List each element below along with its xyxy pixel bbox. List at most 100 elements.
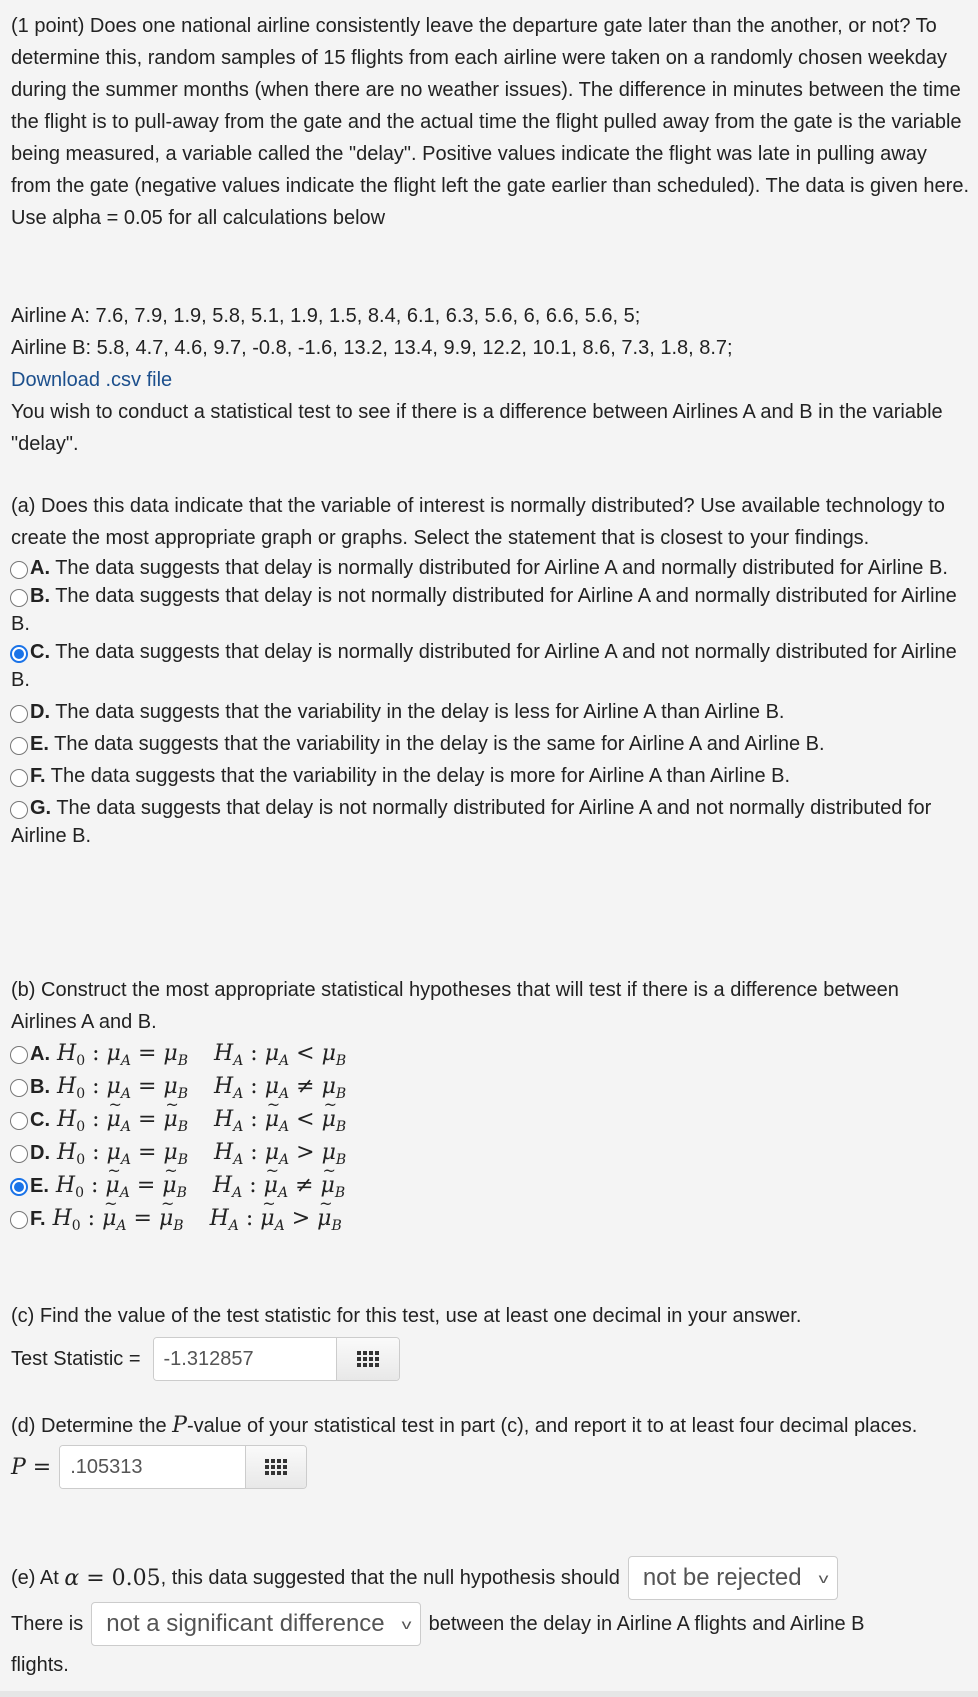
chevron-down-icon: v <box>401 1616 412 1632</box>
part-c-question: (c) Find the value of the test statistic… <box>11 1305 802 1327</box>
part-b-options: A. H0 : μA = μB HA : μA < μB B. H0 : μA = … <box>10 1038 969 1236</box>
part-d-question-start: (d) Determine the <box>11 1415 173 1437</box>
data-section: Airline A: 7.6, 7.9, 1.9, 5.8, 5.1, 1.9,… <box>11 300 969 460</box>
p-value-input[interactable] <box>60 1446 246 1488</box>
part-e-line-2: There is not a significant difference v … <box>11 1601 969 1647</box>
airline-a-values: 7.6, 7.9, 1.9, 5.8, 5.1, 1.9, 1.5, 8.4, … <box>95 305 641 327</box>
airline-b-values: 5.8, 4.7, 4.6, 9.7, -0.8, -1.6, 13.2, 13… <box>96 337 733 359</box>
radio-button[interactable] <box>10 1078 28 1097</box>
part-a-option[interactable]: A. The data suggests that delay is norma… <box>10 554 969 582</box>
part-d-question-end: -value of your statistical test in part … <box>186 1415 918 1437</box>
radio-button[interactable] <box>10 1045 28 1064</box>
part-e-text-mid: , this data suggested that the null hypo… <box>160 1566 620 1589</box>
part-a: (a) Does this data indicate that the var… <box>10 490 969 850</box>
radio-button[interactable] <box>10 589 28 607</box>
part-b: (b) Construct the most appropriate stati… <box>10 974 969 1236</box>
radio-button[interactable] <box>10 769 28 787</box>
option-letter: D. <box>30 1142 50 1164</box>
keypad-icon <box>265 1459 288 1475</box>
option-text: The data suggests that delay is not norm… <box>11 797 932 847</box>
part-d-question: (d) Determine the P-value of your statis… <box>11 1410 961 1442</box>
option-letter: G. <box>30 797 52 819</box>
hypothesis-expression: H0 : μA = μBHA : μA < μB <box>50 1095 346 1135</box>
option-letter: D. <box>30 701 50 723</box>
p-value-label: P = <box>11 1454 52 1480</box>
part-a-option[interactable]: F. The data suggests that the variabilit… <box>10 762 969 790</box>
airline-a-data: Airline A: 7.6, 7.9, 1.9, 5.8, 5.1, 1.9,… <box>11 300 969 332</box>
p-value-input-group <box>59 1445 308 1489</box>
part-b-option[interactable]: E. H0 : μA = μBHA : μA ≠ μB <box>10 1161 969 1203</box>
option-letter: F. <box>30 1208 46 1230</box>
part-b-option[interactable]: F. H0 : μA = μBHA : μA > μB <box>10 1194 969 1236</box>
select-value: not a significant difference <box>106 1610 385 1637</box>
airline-b-data: Airline B: 5.8, 4.7, 4.6, 9.7, -0.8, -1.… <box>11 332 969 364</box>
option-letter: E. <box>30 733 49 755</box>
part-e: (e) At α = 0.05 , this data suggested th… <box>11 1555 969 1681</box>
airline-a-label: Airline A: <box>11 305 90 327</box>
part-c: (c) Find the value of the test statistic… <box>11 1300 969 1384</box>
keypad-button[interactable] <box>335 1338 399 1380</box>
option-text: The data suggests that delay is normally… <box>11 641 957 691</box>
significance-select[interactable]: not a significant difference v <box>91 1602 421 1646</box>
test-statistic-label: Test Statistic = <box>11 1347 141 1370</box>
problem-intro: (1 point) Does one national airline cons… <box>11 15 969 229</box>
keypad-button[interactable] <box>245 1446 307 1488</box>
part-e-text-start: (e) At <box>11 1566 65 1589</box>
radio-button[interactable] <box>10 1144 28 1163</box>
part-b-option[interactable]: A. H0 : μA = μB HA : μA < μB <box>10 1038 969 1071</box>
hypothesis-expression: H0 : μA = μBHA : μA > μB <box>57 1139 347 1168</box>
part-a-question: (a) Does this data indicate that the var… <box>11 495 945 549</box>
part-e-text-flights: flights. <box>11 1654 69 1676</box>
null-hypothesis-select[interactable]: not be rejected v <box>627 1556 838 1600</box>
radio-button[interactable] <box>10 705 28 723</box>
part-a-options: A. The data suggests that delay is norma… <box>10 554 969 850</box>
hypothesis-expression: H0 : μA = μBHA : μA ≠ μB <box>57 1073 347 1102</box>
chevron-down-icon: v <box>818 1570 829 1586</box>
part-b-option[interactable]: C. H0 : μA = μBHA : μA < μB <box>10 1095 969 1137</box>
option-text: The data suggests that the variability i… <box>45 765 791 787</box>
part-b-option[interactable]: D. H0 : μA = μB HA : μA > μB <box>10 1137 969 1170</box>
bottom-border <box>0 1691 978 1697</box>
part-d: (d) Determine the P-value of your statis… <box>11 1410 969 1492</box>
option-letter: E. <box>30 1175 49 1197</box>
option-letter: F. <box>30 765 46 787</box>
radio-button[interactable] <box>10 645 28 663</box>
option-letter: C. <box>30 641 50 663</box>
option-text: The data suggests that delay is not norm… <box>11 585 957 635</box>
part-a-option[interactable]: G. The data suggests that delay is not n… <box>10 794 969 850</box>
hypothesis-expression: H0 : μA = μBHA : μA ≠ μB <box>49 1161 345 1201</box>
option-letter: A. <box>30 557 50 579</box>
option-letter: A. <box>30 1043 50 1065</box>
part-e-text-there-is: There is <box>11 1612 84 1635</box>
radio-button[interactable] <box>10 737 28 755</box>
option-letter: C. <box>30 1109 50 1131</box>
part-a-option[interactable]: D. The data suggests that the variabilit… <box>10 698 969 726</box>
radio-button[interactable] <box>10 1210 28 1229</box>
radio-button[interactable] <box>10 1177 28 1196</box>
test-statistic-input-group <box>152 1337 400 1381</box>
part-e-text-end: between the delay in Airline A flights a… <box>428 1612 865 1635</box>
radio-button[interactable] <box>10 1111 28 1130</box>
airline-b-label: Airline B: <box>11 337 92 359</box>
test-statistic-input[interactable] <box>153 1338 336 1380</box>
hypothesis-expression: H0 : μA = μBHA : μA > μB <box>46 1194 342 1234</box>
part-a-option[interactable]: E. The data suggests that the variabilit… <box>10 730 969 758</box>
p-symbol: P <box>172 1413 187 1438</box>
part-a-option[interactable]: B. The data suggests that delay is not n… <box>10 582 969 638</box>
alpha-expression: α = 0.05 <box>64 1565 161 1591</box>
radio-button[interactable] <box>10 801 28 819</box>
follow-text: You wish to conduct a statistical test t… <box>11 401 943 455</box>
select-value: not be rejected <box>642 1564 802 1591</box>
option-text: The data suggests that delay is normally… <box>50 557 948 579</box>
radio-button[interactable] <box>10 561 28 579</box>
keypad-icon <box>356 1351 379 1367</box>
part-b-option[interactable]: B. H0 : μA = μB HA : μA ≠ μB <box>10 1071 969 1104</box>
option-letter: B. <box>30 1076 50 1098</box>
option-text: The data suggests that the variability i… <box>48 733 825 755</box>
option-letter: B. <box>30 585 50 607</box>
part-a-option[interactable]: C. The data suggests that delay is norma… <box>10 638 969 694</box>
option-text: The data suggests that the variability i… <box>50 701 785 723</box>
part-b-question: (b) Construct the most appropriate stati… <box>11 979 899 1033</box>
download-csv-link[interactable]: Download .csv file <box>11 369 172 391</box>
part-e-line-1: (e) At α = 0.05 , this data suggested th… <box>11 1555 969 1601</box>
